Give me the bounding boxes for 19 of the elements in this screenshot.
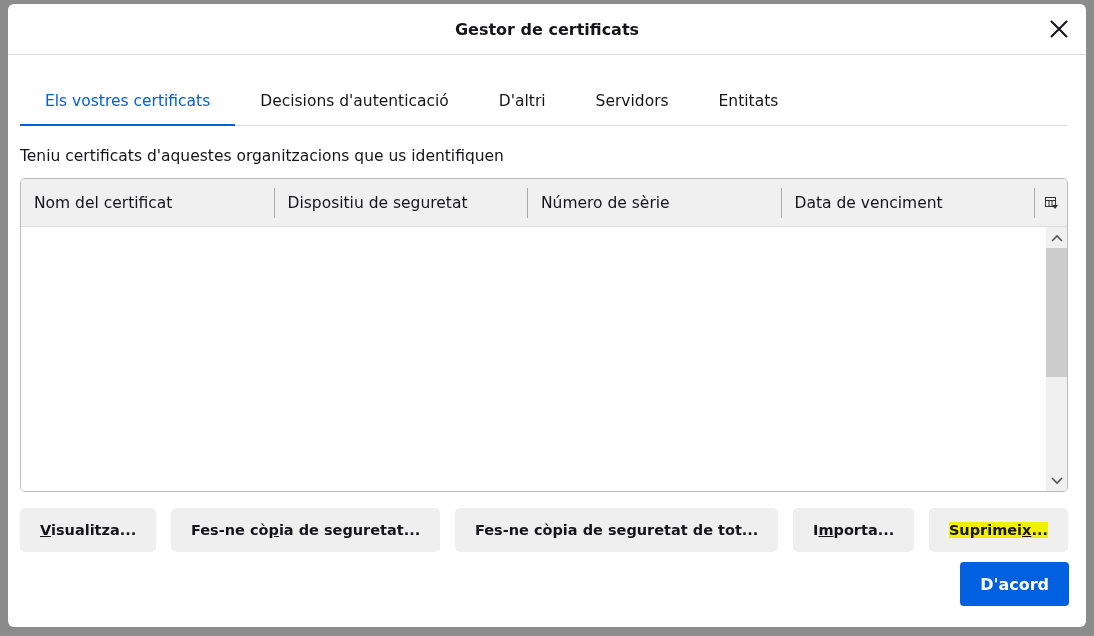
tab[interactable]: Els vostres certificats xyxy=(20,79,236,126)
column-header[interactable]: Número de sèrie xyxy=(528,187,782,218)
action-button[interactable]: Fes-ne còpia de seguretat de tot... xyxy=(454,508,779,552)
window-title: Gestor de certificats xyxy=(454,19,640,39)
description-text: Teniu certificats d'aquestes organitzacions que us identifiquen xyxy=(20,147,505,165)
tab[interactable]: Entitats xyxy=(693,79,804,126)
action-button[interactable]: Importa... xyxy=(793,508,915,552)
action-button[interactable]: Suprimeix... xyxy=(928,508,1068,552)
close-icon[interactable] xyxy=(1048,18,1070,40)
tab[interactable]: Decisions d'autenticació xyxy=(235,79,474,126)
tab[interactable]: Servidors xyxy=(570,79,694,126)
column-header[interactable]: Data de venciment xyxy=(781,187,1035,218)
action-button[interactable]: Visualitza... xyxy=(20,508,157,552)
column-header[interactable]: Dispositiu de seguretat xyxy=(274,187,528,218)
tab[interactable]: D'altri xyxy=(473,79,571,126)
column-header[interactable]: Nom del certificat xyxy=(21,187,275,218)
ok-button[interactable]: D'acord xyxy=(960,562,1069,606)
action-button[interactable]: Fes-ne còpia de seguretat... xyxy=(170,508,441,552)
scrollbar[interactable] xyxy=(1046,227,1067,491)
